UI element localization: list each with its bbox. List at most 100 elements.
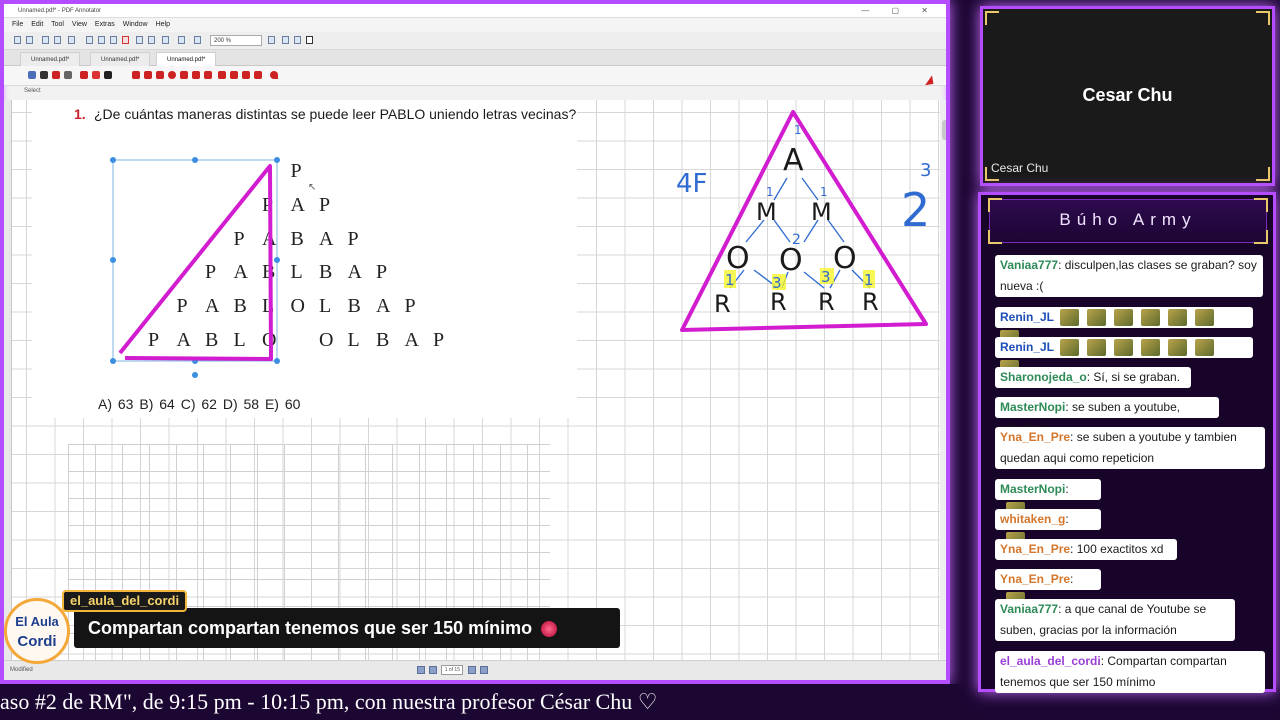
magnifier-icon[interactable] bbox=[64, 71, 72, 79]
menu-file[interactable]: File bbox=[12, 21, 23, 28]
image-tool-icon[interactable] bbox=[254, 71, 262, 79]
hw-letter-row4-d: R bbox=[862, 288, 879, 316]
left-sidebar-rail bbox=[4, 100, 12, 660]
window-controls[interactable]: — ▢ ✕ bbox=[861, 4, 938, 18]
frame-corner bbox=[988, 230, 1002, 244]
chat-username[interactable]: Renin_JL bbox=[1000, 310, 1054, 324]
print-icon[interactable] bbox=[68, 36, 75, 44]
pyramid-letter: O bbox=[262, 329, 277, 351]
menu-window[interactable]: Window bbox=[123, 21, 148, 28]
last-page-icon[interactable] bbox=[479, 666, 488, 674]
hw-count: 2 bbox=[792, 232, 801, 248]
hw-letter-row4-c: R bbox=[818, 288, 835, 316]
zoom-out-icon[interactable] bbox=[194, 36, 201, 44]
chat-emote-icon bbox=[1087, 339, 1107, 357]
pyramid-letter: P bbox=[148, 329, 160, 351]
chat-message: whitaken_g: bbox=[995, 509, 1101, 550]
tab-document-1[interactable]: Unnamed.pdf* bbox=[20, 52, 81, 66]
annotation-toolbar bbox=[4, 66, 946, 86]
copy-icon[interactable] bbox=[98, 36, 105, 44]
chat-username[interactable]: Renin_JL bbox=[1000, 340, 1054, 354]
chat-username[interactable]: el_aula_del_cordi bbox=[1000, 654, 1101, 668]
ellipse-tool-icon[interactable] bbox=[168, 71, 176, 79]
eraser-tool-icon[interactable] bbox=[192, 71, 200, 79]
select-tool-icon[interactable] bbox=[28, 71, 36, 79]
rectangle-tool-icon[interactable] bbox=[156, 71, 164, 79]
chat-username[interactable]: whitaken_g bbox=[1000, 512, 1065, 526]
highlight-mark bbox=[772, 274, 786, 290]
menu-edit[interactable]: Edit bbox=[31, 21, 43, 28]
question-text: ¿De cuántas maneras distintas se puede l… bbox=[94, 106, 577, 122]
lasso-tool-icon[interactable] bbox=[204, 71, 212, 79]
pyramid-letter: P bbox=[262, 194, 274, 216]
save-icon[interactable] bbox=[42, 36, 49, 44]
favorites-heart-icon[interactable] bbox=[270, 71, 278, 79]
chat-message: Vaniaa777: disculpen,las clases se graba… bbox=[995, 255, 1263, 297]
highlight-mark bbox=[820, 268, 834, 284]
page-indicator[interactable]: 1 of 15 bbox=[441, 665, 464, 675]
new-file-icon[interactable] bbox=[14, 36, 21, 44]
menu-tool[interactable]: Tool bbox=[51, 21, 64, 28]
redo-icon[interactable] bbox=[148, 36, 155, 44]
polygon-tool-icon[interactable] bbox=[180, 71, 188, 79]
menu-extras[interactable]: Extras bbox=[95, 21, 115, 28]
fit-width-icon[interactable] bbox=[282, 36, 289, 44]
paste-icon[interactable] bbox=[110, 36, 117, 44]
chat-title: Búho Army bbox=[1059, 210, 1197, 229]
next-page-icon[interactable] bbox=[468, 666, 477, 674]
pyramid-letter: L bbox=[262, 295, 275, 317]
chat-username[interactable]: Yna_En_Pre bbox=[1000, 430, 1070, 444]
chat-username[interactable]: Vaniaa777 bbox=[1000, 602, 1058, 616]
save-as-icon[interactable] bbox=[54, 36, 61, 44]
highlighted-message: Compartan compartan tenemos que ser 150 … bbox=[74, 608, 620, 648]
pyramid-letter: P bbox=[347, 228, 359, 250]
chat-username[interactable]: Yna_En_Pre bbox=[1000, 542, 1070, 556]
ticker-text: aso #2 de RM", de 9:15 pm - 10:15 pm, co… bbox=[0, 689, 658, 714]
pyramid-letter: B bbox=[205, 329, 219, 351]
delete-icon[interactable] bbox=[122, 36, 129, 44]
menu-help[interactable]: Help bbox=[156, 21, 170, 28]
chat-message: Sharonojeda_o: Sí, si se graban. bbox=[995, 367, 1191, 388]
chat-username[interactable]: Sharonojeda_o bbox=[1000, 370, 1087, 384]
chat-username[interactable]: Yna_En_Pre bbox=[1000, 572, 1070, 586]
pyramid-letter: L bbox=[233, 329, 246, 351]
find-icon[interactable] bbox=[162, 36, 169, 44]
hand-tool-icon[interactable] bbox=[40, 71, 48, 79]
pyramid-letter: L bbox=[319, 295, 332, 317]
vertical-scrollbar[interactable] bbox=[940, 100, 946, 660]
arrow-tool-icon[interactable] bbox=[144, 71, 152, 79]
menu-view[interactable]: View bbox=[72, 21, 87, 28]
crop-tool-icon[interactable] bbox=[218, 71, 226, 79]
prev-page-icon[interactable] bbox=[428, 666, 437, 674]
page-navigation: 1 of 15 bbox=[416, 665, 489, 677]
marker-tool-icon[interactable] bbox=[92, 71, 100, 79]
pyramid-letter: B bbox=[376, 329, 390, 351]
chat-emote-icon bbox=[1168, 339, 1188, 357]
pen-tool-icon[interactable] bbox=[80, 71, 88, 79]
zoom-select[interactable]: 200 % bbox=[210, 35, 262, 46]
fullscreen-icon[interactable] bbox=[306, 36, 313, 44]
link-tool-icon[interactable] bbox=[242, 71, 250, 79]
cut-icon[interactable] bbox=[86, 36, 93, 44]
tool-label: Select bbox=[24, 88, 41, 94]
stamp-tool-icon[interactable] bbox=[52, 71, 60, 79]
hw-count: 1 bbox=[864, 271, 874, 289]
tab-document-2[interactable]: Unnamed.pdf* bbox=[90, 52, 151, 66]
chat-username[interactable]: Vaniaa777 bbox=[1000, 258, 1058, 272]
single-page-icon[interactable] bbox=[294, 36, 301, 44]
open-folder-icon[interactable] bbox=[26, 36, 33, 44]
document-canvas[interactable]: 1. ¿De cuántas maneras distintas se pued… bbox=[12, 100, 940, 660]
page-icon[interactable] bbox=[178, 36, 185, 44]
undo-icon[interactable] bbox=[136, 36, 143, 44]
scrollbar-thumb[interactable] bbox=[942, 120, 946, 140]
chat-username[interactable]: MasterNopi bbox=[1000, 482, 1065, 496]
first-page-icon[interactable] bbox=[417, 666, 425, 674]
line-tool-icon[interactable] bbox=[132, 71, 140, 79]
blank-page-icon[interactable] bbox=[230, 71, 238, 79]
chat-username[interactable]: MasterNopi bbox=[1000, 400, 1065, 414]
text-tool-icon[interactable] bbox=[104, 71, 112, 79]
tab-document-3[interactable]: Unnamed.pdf* bbox=[156, 52, 217, 66]
fit-page-icon[interactable] bbox=[268, 36, 275, 44]
pyramid-letter: B bbox=[319, 261, 333, 283]
pyramid-letter: P bbox=[233, 228, 245, 250]
